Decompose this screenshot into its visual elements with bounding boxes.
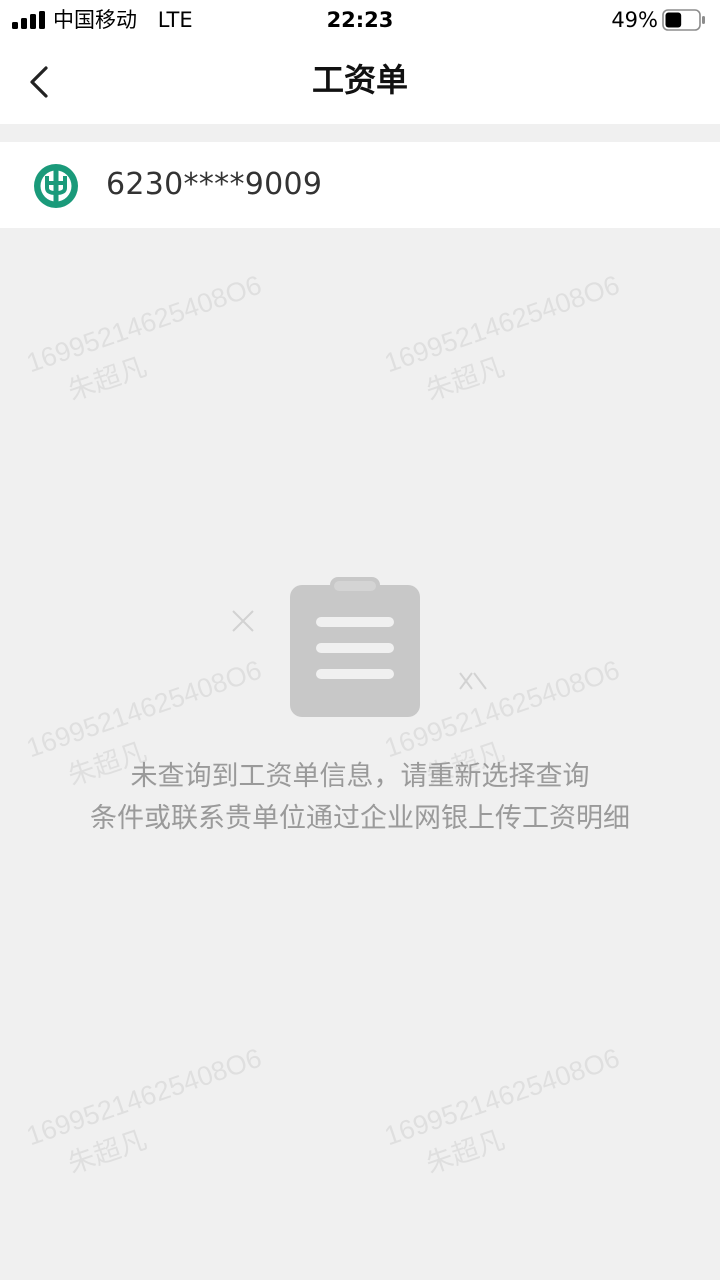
empty-state-message: 未查询到工资单信息，请重新选择查询 条件或联系贵单位通过企业网银上传工资明细 [0,756,720,840]
watermark-number: 16995214625408O6 [22,269,266,379]
watermark-number: 16995214625408O6 [22,654,266,764]
watermark: 16995214625408O6 朱超凡 [22,1041,279,1191]
watermark-cross-icon [459,672,487,690]
payslip-content: 16995214625408O6 朱超凡 16995214625408O6 朱超… [0,228,720,1280]
clipboard-icon [290,577,420,717]
watermark-name: 朱超凡 [422,351,509,407]
watermark-number: 16995214625408O6 [380,269,624,379]
watermark: 16995214625408O6 朱超凡 [380,1041,637,1191]
status-bar: 中国移动 LTE 22:23 49% [0,0,720,40]
battery-icon [662,9,705,31]
empty-state-line-2: 条件或联系贵单位通过企业网银上传工资明细 [90,803,630,834]
account-number: 6230****9009 [106,167,323,202]
watermark-number: 16995214625408O6 [22,1042,266,1152]
page-title: 工资单 [311,61,408,99]
watermark-number: 16995214625408O6 [380,1042,624,1152]
account-selector[interactable]: 6230****9009 [0,142,720,228]
watermark-cross-icon [232,610,254,632]
watermark-name: 朱超凡 [422,1124,509,1180]
watermark-name: 朱超凡 [64,1124,151,1180]
watermark-name: 朱超凡 [64,351,151,407]
watermark: 16995214625408O6 朱超凡 [380,268,637,418]
watermark: 16995214625408O6 朱超凡 [22,268,279,418]
battery-percent: 49% [611,8,658,32]
nav-bar: 工资单 [0,40,720,124]
abc-bank-logo-icon [34,164,78,208]
empty-state-line-1: 未查询到工资单信息，请重新选择查询 [130,761,590,792]
